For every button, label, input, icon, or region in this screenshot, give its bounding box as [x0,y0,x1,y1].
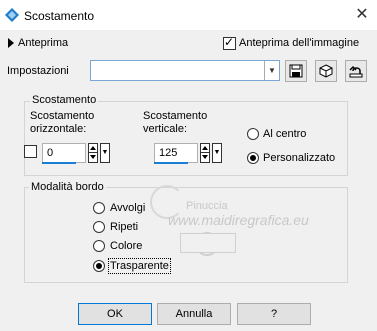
vertical-offset-label-1: Scostamento [143,110,208,122]
watermark-name: Pinuccia [186,200,228,212]
cancel-button[interactable]: Annulla [157,303,231,325]
horizontal-offset-underline [42,162,76,164]
offset-group-title: Scostamento [30,94,99,106]
offset-app-icon [4,7,20,23]
center-radio-label[interactable]: Al centro [263,128,306,140]
save-preset-button[interactable] [285,60,307,82]
horizontal-offset-value: 0 [47,147,54,159]
close-button[interactable]: ✕ [352,5,372,25]
expand-triangle-icon[interactable] [8,38,14,48]
ok-button[interactable]: OK [78,303,152,325]
spin-down-icon[interactable] [90,155,96,159]
color-swatch[interactable] [180,233,236,253]
spin-divider [89,152,97,153]
vertical-offset-value: 125 [159,147,178,159]
edge-radio-color[interactable] [93,240,105,252]
settings-label: Impostazioni [7,65,69,77]
edge-radio-transparent[interactable] [93,260,105,272]
image-preview-checkbox[interactable] [223,35,236,50]
save-icon [289,64,303,78]
horizontal-offset-input[interactable]: 0 [42,143,86,163]
help-button[interactable]: ? [237,303,311,325]
edge-label-repeat[interactable]: Ripeti [110,221,138,233]
edge-radio-repeat[interactable] [93,221,105,233]
edge-radio-wrap[interactable] [93,202,105,214]
custom-radio-label[interactable]: Personalizzato [263,152,335,164]
undo-arrow-icon [349,65,363,78]
horizontal-offset-spinner[interactable] [88,143,98,163]
preset-select[interactable]: ▼ [90,60,280,81]
edge-label-wrap[interactable]: Avvolgi [110,202,145,214]
spin-up-icon[interactable] [202,146,208,150]
watermark-url: www.maidiregrafica.eu [168,212,309,228]
chevron-down-icon[interactable]: ▼ [264,61,279,80]
cube-icon [319,64,333,78]
center-radio[interactable] [247,128,259,140]
edge-label-transparent[interactable]: Trasparente [108,258,171,274]
horizontal-offset-dropdown[interactable]: ▼ [100,143,110,163]
vertical-offset-spinner[interactable] [200,143,210,163]
spin-down-icon[interactable] [202,155,208,159]
title-bar: Scostamento ✕ [0,0,377,30]
window-title: Scostamento [24,9,95,23]
edge-mode-group-title: Modalità bordo [29,181,106,193]
vertical-offset-underline [154,162,188,164]
close-icon: ✕ [355,6,369,23]
horizontal-offset-label-2: orizzontale: [30,123,87,135]
image-preview-label[interactable]: Anteprima dell'immagine [239,37,359,49]
horizontal-offset-label-1: Scostamento [30,110,95,122]
link-offsets-checkbox[interactable] [24,145,37,158]
vertical-offset-label-2: verticale: [143,123,188,135]
spin-divider [201,152,209,153]
vertical-offset-dropdown[interactable]: ▼ [212,143,222,163]
edge-label-color[interactable]: Colore [110,240,142,252]
reset-preset-button[interactable] [315,60,337,82]
custom-radio[interactable] [247,152,259,164]
preview-toggle-label[interactable]: Anteprima [18,37,68,49]
vertical-offset-input[interactable]: 125 [154,143,198,163]
spin-up-icon[interactable] [90,146,96,150]
default-preset-button[interactable] [345,60,367,82]
